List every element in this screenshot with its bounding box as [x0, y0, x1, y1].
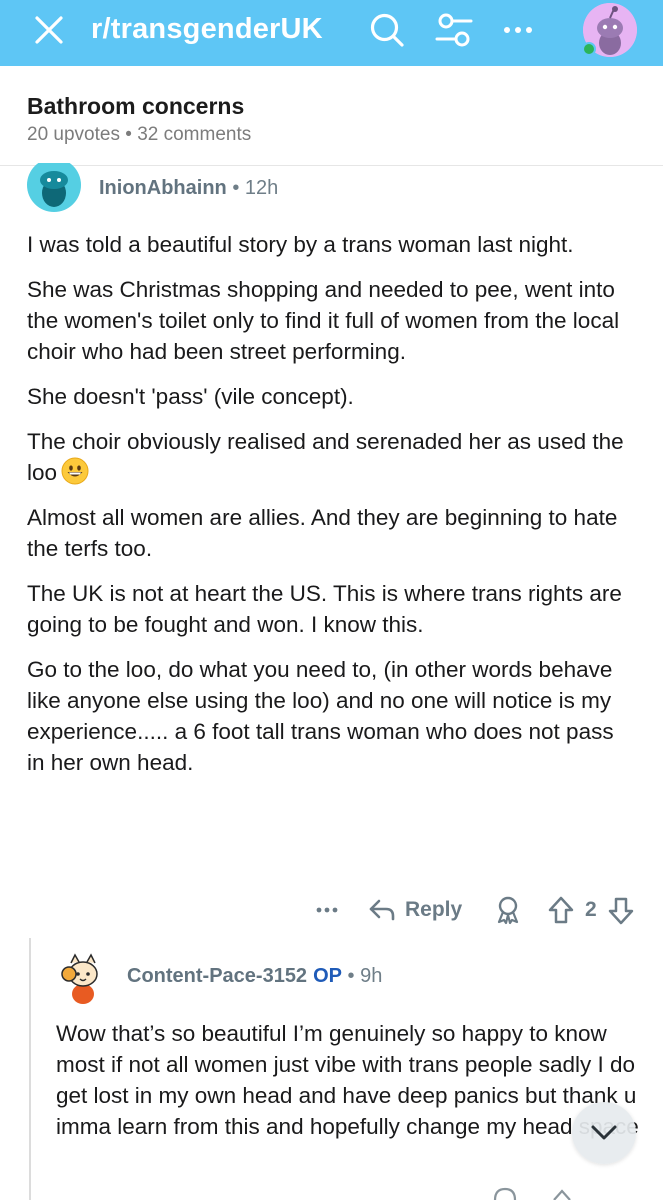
vote-score: 2: [585, 898, 597, 921]
post-title[interactable]: Bathroom concerns: [27, 93, 244, 120]
downvote-arrow-icon[interactable]: [607, 896, 635, 926]
comment-paragraph: I was told a beautiful story by a trans …: [27, 232, 574, 257]
commenter-avatar[interactable]: [26, 163, 82, 215]
comment-header: Content-Pace-3152 OP • 9h: [127, 965, 382, 988]
comment-paragraph: She was Christmas shopping and needed to…: [27, 277, 620, 364]
grinning-face-emoji-icon: [61, 457, 89, 485]
comment-time: 12h: [244, 177, 279, 199]
post-meta: 20 upvotes • 32 comments: [27, 124, 251, 146]
comment-username[interactable]: Content-Pace-3152: [127, 965, 307, 987]
online-status-dot: [582, 42, 596, 56]
comment-paragraph: The UK is not at heart the US. This is w…: [27, 581, 622, 637]
comment-paragraph-text: The choir obviously realised and serenad…: [27, 429, 624, 485]
top-bar: r/transgenderUK: [0, 0, 663, 66]
snoo-avatar-icon: [27, 163, 81, 212]
comment-body: I was told a beautiful story by a trans …: [27, 229, 637, 792]
snoo-avatar-icon: [54, 949, 110, 1005]
divider: [0, 165, 663, 166]
op-badge: OP: [313, 965, 342, 987]
close-icon[interactable]: [32, 13, 66, 47]
upvote-count: 20 upvotes: [27, 124, 120, 145]
next-comment-button[interactable]: [572, 1102, 636, 1164]
reply-button[interactable]: Reply: [405, 898, 462, 922]
comment-actions: Reply 2: [300, 892, 650, 928]
comment-username[interactable]: InionAbhainn: [99, 177, 227, 199]
upvote-arrow-icon[interactable]: [547, 895, 575, 925]
chevron-down-icon: [591, 1125, 617, 1140]
more-options-icon[interactable]: [314, 898, 340, 922]
award-icon[interactable]: [493, 895, 523, 925]
comment-paragraph: She doesn't 'pass' (vile concept).: [27, 384, 354, 409]
comment-paragraph: The choir obviously realised and serenad…: [27, 426, 637, 488]
thread-line[interactable]: [29, 938, 31, 1200]
meta-separator: •: [125, 124, 132, 145]
comment-paragraph: Almost all women are allies. And they ar…: [27, 505, 618, 561]
op-avatar[interactable]: [53, 948, 111, 1006]
header-separator: •: [347, 965, 355, 987]
reply-arrow-icon[interactable]: [368, 896, 396, 924]
header-separator: •: [232, 177, 240, 199]
filter-icon[interactable]: [434, 11, 474, 49]
more-icon[interactable]: [498, 13, 538, 47]
subreddit-name[interactable]: r/transgenderUK: [91, 13, 323, 46]
comment-paragraph: Go to the loo, do what you need to, (in …: [27, 657, 614, 775]
comment-header: InionAbhainn • 12h: [99, 177, 278, 200]
comment-count: 32 comments: [137, 124, 252, 145]
comment-body: Wow that’s so beautiful I’m genuinely so…: [56, 1021, 639, 1139]
comment-time: 9h: [360, 965, 383, 987]
search-icon[interactable]: [368, 11, 406, 49]
cropped-action-icons: [493, 1187, 571, 1200]
